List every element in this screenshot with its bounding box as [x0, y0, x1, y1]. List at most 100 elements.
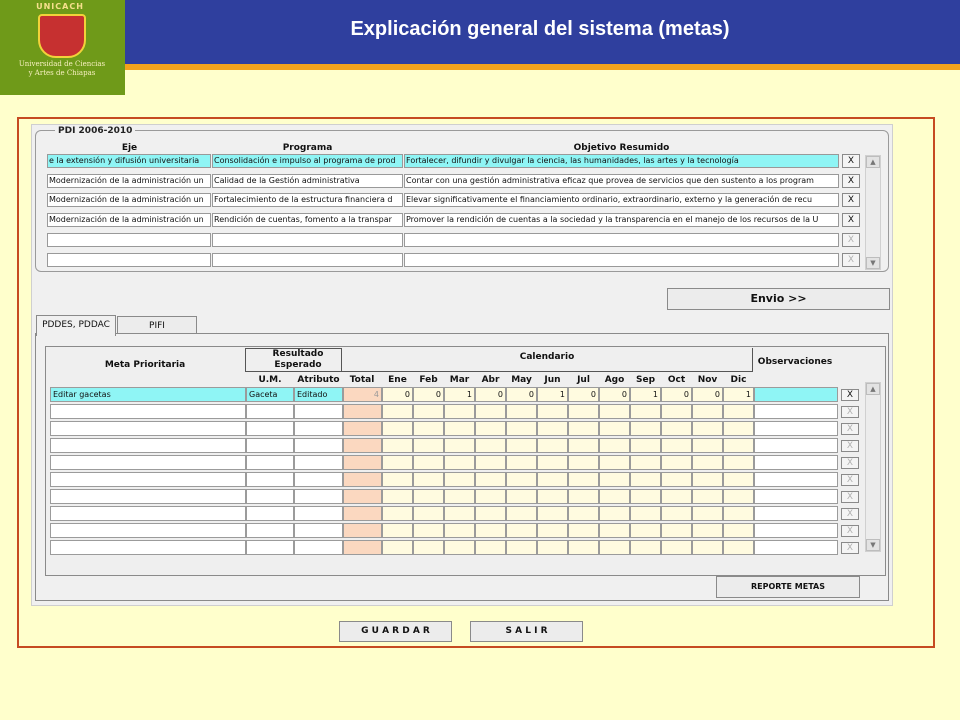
- um-cell[interactable]: [246, 523, 294, 538]
- metas-scrollbar[interactable]: [865, 382, 881, 552]
- month-cell[interactable]: [444, 523, 475, 538]
- month-cell[interactable]: [444, 421, 475, 436]
- objetivo-cell[interactable]: [404, 253, 839, 267]
- delete-meta-button[interactable]: X: [841, 542, 859, 554]
- month-cell[interactable]: [413, 489, 444, 504]
- um-cell[interactable]: [246, 489, 294, 504]
- meta-cell[interactable]: [50, 523, 246, 538]
- observaciones-cell[interactable]: [754, 540, 838, 555]
- month-cell[interactable]: [475, 506, 506, 521]
- month-cell[interactable]: [537, 404, 568, 419]
- atributo-cell[interactable]: [294, 438, 343, 453]
- reporte-metas-button[interactable]: REPORTE METAS: [716, 576, 860, 598]
- month-cell[interactable]: [723, 472, 754, 487]
- month-cell[interactable]: [382, 506, 413, 521]
- um-cell[interactable]: [246, 455, 294, 470]
- atributo-cell[interactable]: [294, 421, 343, 436]
- eje-cell[interactable]: Modernización de la administración un: [47, 193, 211, 207]
- month-cell[interactable]: [444, 472, 475, 487]
- month-cell[interactable]: [692, 540, 723, 555]
- delete-row-button[interactable]: X: [842, 213, 860, 227]
- month-cell[interactable]: [537, 540, 568, 555]
- um-cell[interactable]: Gaceta: [246, 387, 294, 402]
- eje-cell[interactable]: [47, 233, 211, 247]
- month-cell[interactable]: [506, 404, 537, 419]
- month-cell[interactable]: [413, 523, 444, 538]
- month-cell[interactable]: [692, 455, 723, 470]
- month-cell[interactable]: [413, 540, 444, 555]
- month-cell[interactable]: [444, 455, 475, 470]
- delete-row-button[interactable]: X: [842, 154, 860, 168]
- month-cell[interactable]: [599, 472, 630, 487]
- month-cell[interactable]: [537, 506, 568, 521]
- month-cell[interactable]: 0: [506, 387, 537, 402]
- month-cell[interactable]: [382, 438, 413, 453]
- observaciones-cell[interactable]: [754, 438, 838, 453]
- month-cell[interactable]: [475, 438, 506, 453]
- month-cell[interactable]: 0: [661, 387, 692, 402]
- um-cell[interactable]: [246, 404, 294, 419]
- pdi-scrollbar[interactable]: [865, 155, 881, 270]
- scroll-down-icon[interactable]: ▼: [866, 539, 880, 551]
- month-cell[interactable]: [723, 489, 754, 504]
- meta-cell[interactable]: [50, 404, 246, 419]
- month-cell[interactable]: [506, 540, 537, 555]
- month-cell[interactable]: 0: [599, 387, 630, 402]
- objetivo-cell[interactable]: [404, 233, 839, 247]
- delete-meta-button[interactable]: X: [841, 389, 859, 401]
- month-cell[interactable]: [444, 438, 475, 453]
- month-cell[interactable]: 1: [630, 387, 661, 402]
- month-cell[interactable]: [506, 438, 537, 453]
- atributo-cell[interactable]: [294, 404, 343, 419]
- month-cell[interactable]: [692, 506, 723, 521]
- observaciones-cell[interactable]: [754, 523, 838, 538]
- delete-meta-button[interactable]: X: [841, 457, 859, 469]
- meta-cell[interactable]: [50, 438, 246, 453]
- month-cell[interactable]: [506, 455, 537, 470]
- month-cell[interactable]: [599, 540, 630, 555]
- observaciones-cell[interactable]: [754, 387, 838, 402]
- meta-cell[interactable]: [50, 472, 246, 487]
- month-cell[interactable]: [599, 404, 630, 419]
- observaciones-cell[interactable]: [754, 455, 838, 470]
- month-cell[interactable]: [630, 540, 661, 555]
- month-cell[interactable]: [444, 404, 475, 419]
- observaciones-cell[interactable]: [754, 489, 838, 504]
- objetivo-cell[interactable]: Fortalecer, difundir y divulgar la cienc…: [404, 154, 839, 168]
- programa-cell[interactable]: Consolidación e impulso al programa de p…: [212, 154, 403, 168]
- programa-cell[interactable]: Fortalecimiento de la estructura financi…: [212, 193, 403, 207]
- month-cell[interactable]: [413, 506, 444, 521]
- atributo-cell[interactable]: Editado: [294, 387, 343, 402]
- salir-button[interactable]: S A L I R: [470, 621, 583, 642]
- meta-cell[interactable]: Editar gacetas: [50, 387, 246, 402]
- month-cell[interactable]: [537, 472, 568, 487]
- observaciones-cell[interactable]: [754, 404, 838, 419]
- month-cell[interactable]: [723, 455, 754, 470]
- delete-row-button[interactable]: X: [842, 174, 860, 188]
- month-cell[interactable]: [568, 472, 599, 487]
- tab-pddes-pddac[interactable]: PDDES, PDDAC: [36, 315, 116, 336]
- month-cell[interactable]: [568, 404, 599, 419]
- month-cell[interactable]: [568, 438, 599, 453]
- month-cell[interactable]: [475, 523, 506, 538]
- month-cell[interactable]: 1: [444, 387, 475, 402]
- month-cell[interactable]: [568, 455, 599, 470]
- month-cell[interactable]: [630, 404, 661, 419]
- observaciones-cell[interactable]: [754, 421, 838, 436]
- month-cell[interactable]: 0: [692, 387, 723, 402]
- month-cell[interactable]: [568, 421, 599, 436]
- month-cell[interactable]: [630, 472, 661, 487]
- month-cell[interactable]: [506, 472, 537, 487]
- month-cell[interactable]: [444, 506, 475, 521]
- month-cell[interactable]: [382, 404, 413, 419]
- month-cell[interactable]: [382, 455, 413, 470]
- delete-meta-button[interactable]: X: [841, 491, 859, 503]
- month-cell[interactable]: [444, 540, 475, 555]
- month-cell[interactable]: [630, 421, 661, 436]
- month-cell[interactable]: [630, 455, 661, 470]
- month-cell[interactable]: [661, 421, 692, 436]
- month-cell[interactable]: 0: [382, 387, 413, 402]
- delete-row-button[interactable]: X: [842, 253, 860, 267]
- month-cell[interactable]: [692, 472, 723, 487]
- month-cell[interactable]: [382, 421, 413, 436]
